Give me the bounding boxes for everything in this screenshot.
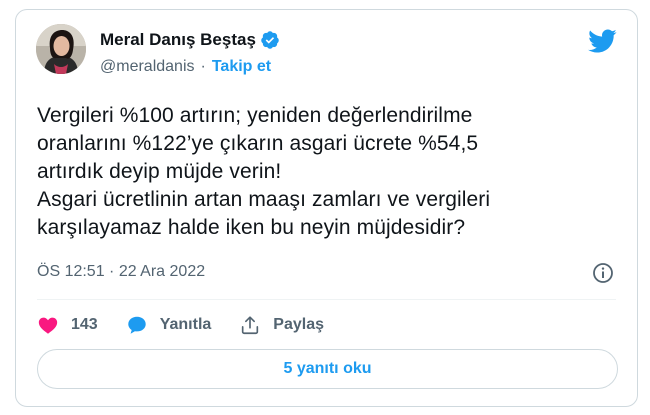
tweet-text-line: artırdık deyip müjde verin! xyxy=(37,160,282,183)
reply-label: Yanıtla xyxy=(159,316,212,333)
tweet-text-line: oranlarını %122’ye çıkarın asgari ücrete… xyxy=(37,132,479,155)
info-icon[interactable] xyxy=(591,261,615,285)
action-bar: 143 Yanıtla Paylaş xyxy=(37,311,352,339)
divider xyxy=(37,299,616,300)
tweet-card: Meral Danış Beştaş @meraldanis · Takip e… xyxy=(15,9,638,407)
share-icon xyxy=(242,316,259,335)
verified-badge-icon xyxy=(261,31,279,49)
twitter-bird-icon[interactable] xyxy=(587,28,617,54)
like-count: 143 xyxy=(71,316,98,333)
heart-icon xyxy=(38,317,58,334)
tweet-text: Vergileri %100 artırın; yeniden değerlen… xyxy=(37,102,627,242)
reply-button[interactable]: Yanıtla xyxy=(126,314,212,336)
share-button[interactable]: Paylaş xyxy=(239,314,324,336)
author-handle[interactable]: @meraldanis xyxy=(100,58,195,76)
tweet-text-line: karşılayamaz halde iken bu neyin müjdesi… xyxy=(37,216,466,239)
tweet-text-line: Vergileri %100 artırın; yeniden değerlen… xyxy=(37,104,473,127)
like-button[interactable]: 143 xyxy=(37,314,98,336)
tweet-text-line: Asgari ücretlinin artan maaşı zamları ve… xyxy=(37,188,491,211)
share-label: Paylaş xyxy=(273,316,324,333)
separator-dot: · xyxy=(200,58,206,75)
read-replies-button[interactable]: 5 yanıtı oku xyxy=(37,349,618,389)
follow-button[interactable]: Takip et xyxy=(212,58,271,76)
reply-bubble-icon xyxy=(127,316,146,334)
author-display-name[interactable]: Meral Danış Beştaş xyxy=(100,30,256,50)
avatar[interactable] xyxy=(36,24,86,74)
tweet-timestamp[interactable]: ÖS 12:51 · 22 Ara 2022 xyxy=(37,263,205,281)
